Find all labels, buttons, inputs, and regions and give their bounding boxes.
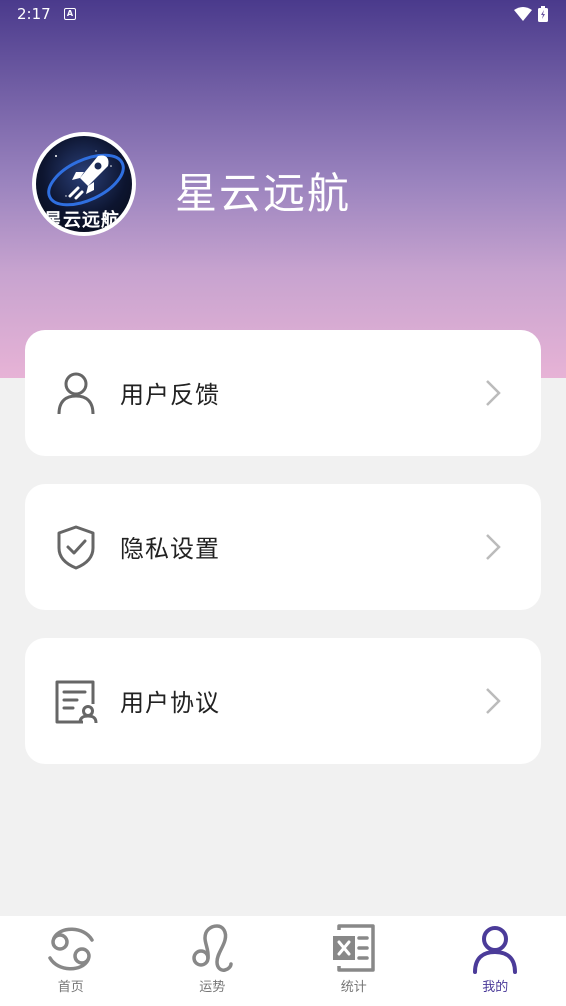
app-logo: 星云远航 <box>36 136 132 232</box>
status-bar: 2:17 A <box>0 0 566 30</box>
profile-icon <box>473 926 518 974</box>
menu-item-privacy[interactable]: 隐私设置 <box>25 484 541 610</box>
user-icon <box>57 372 95 415</box>
bottom-tab-bar: 首页 运势 统计 我的 <box>0 916 566 1006</box>
chevron-right-icon <box>486 380 501 406</box>
document-user-icon <box>55 680 98 724</box>
menu-item-feedback[interactable]: 用户反馈 <box>25 330 541 456</box>
menu-item-agreement[interactable]: 用户协议 <box>25 638 541 764</box>
shield-check-icon <box>57 525 95 570</box>
app-title: 星云远航 <box>175 169 352 218</box>
wifi-icon <box>514 7 532 21</box>
spreadsheet-icon <box>332 924 375 972</box>
chevron-right-icon <box>486 534 501 560</box>
leo-zodiac-icon <box>192 924 233 972</box>
chevron-right-icon <box>486 688 501 714</box>
tab-stats-label: 统计 <box>340 980 367 995</box>
tab-mine-label: 我的 <box>482 980 509 995</box>
avatar-logo-text: 星云远航 <box>44 210 120 231</box>
tab-home-label: 首页 <box>57 980 84 995</box>
tab-fortune[interactable]: 运势 <box>142 916 284 1006</box>
avatar[interactable]: 星云远航 <box>32 132 136 236</box>
tab-home[interactable]: 首页 <box>0 916 142 1006</box>
status-time: 2:17 <box>17 5 51 23</box>
tab-stats[interactable]: 统计 <box>283 916 425 1006</box>
menu-label-feedback: 用户反馈 <box>120 381 220 409</box>
tab-mine[interactable]: 我的 <box>425 916 566 1006</box>
menu-label-privacy: 隐私设置 <box>120 535 220 563</box>
menu-label-agreement: 用户协议 <box>120 689 220 717</box>
tab-fortune-label: 运势 <box>199 980 226 995</box>
cancer-zodiac-icon <box>48 927 94 971</box>
notification-badge-icon: A <box>64 8 76 20</box>
battery-icon <box>538 6 548 22</box>
